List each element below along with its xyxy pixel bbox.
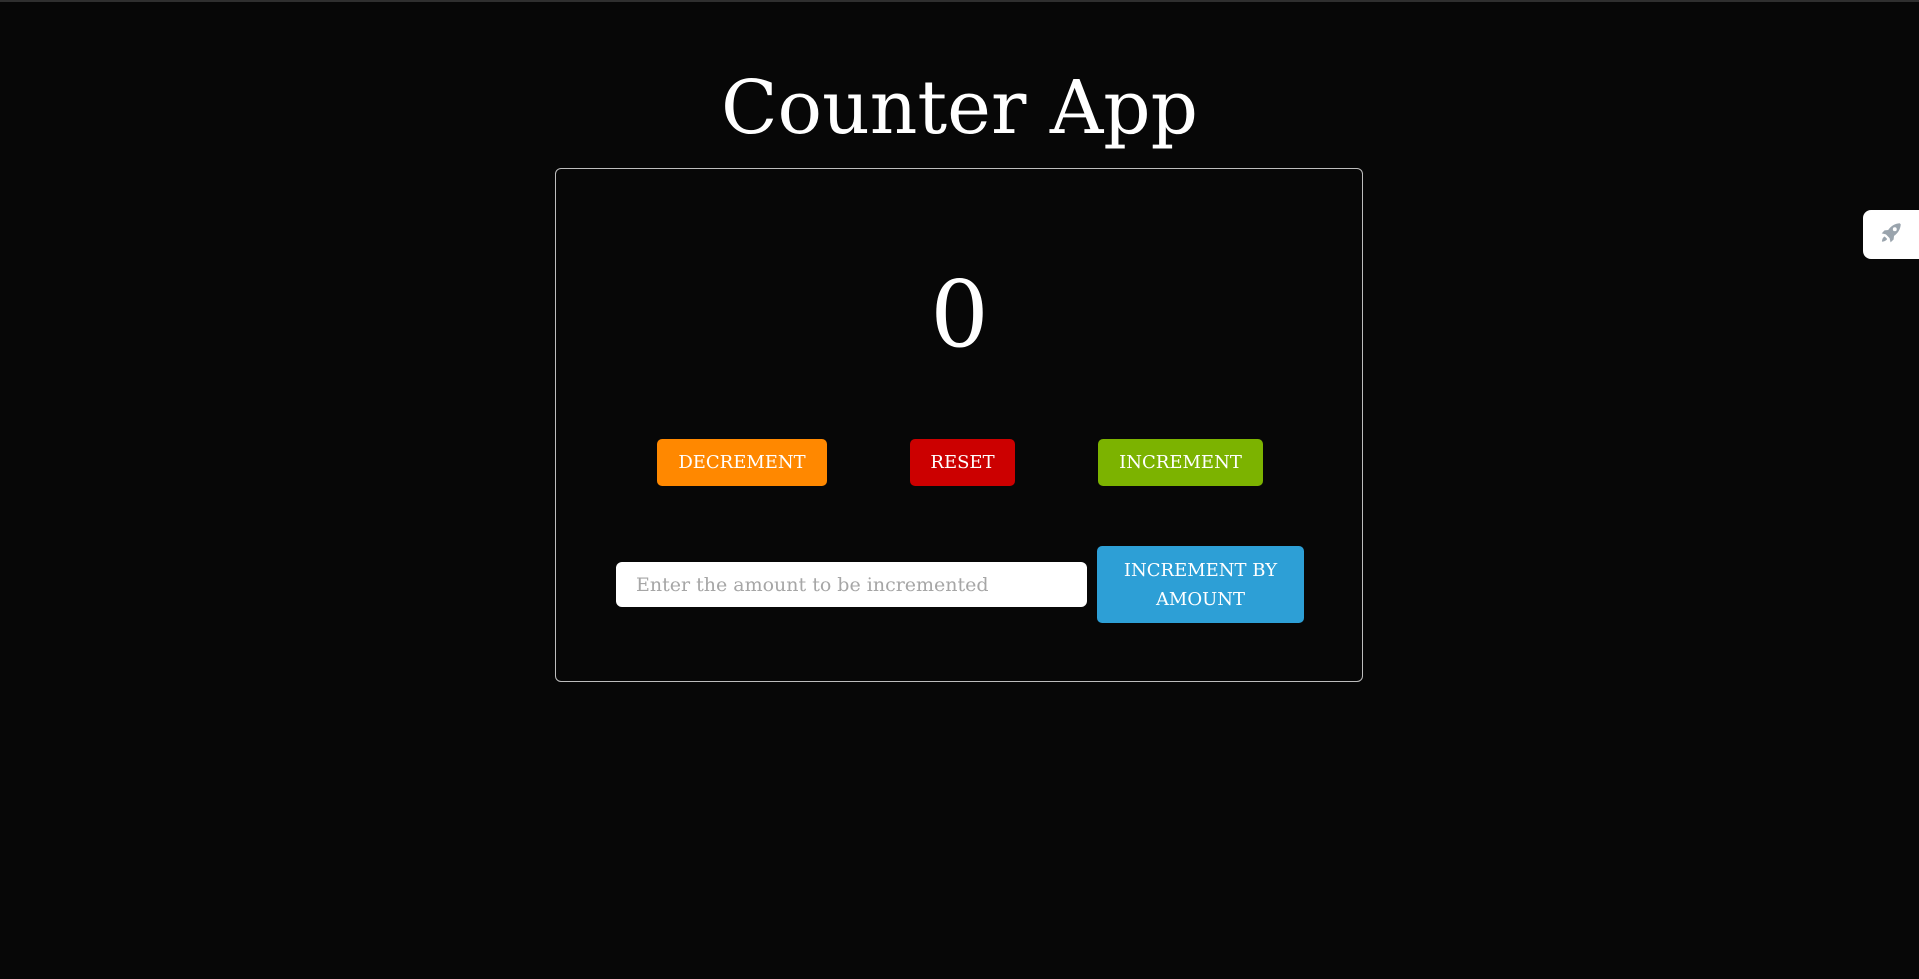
- amount-input[interactable]: [616, 562, 1087, 607]
- increment-by-amount-button[interactable]: INCREMENT BY AMOUNT: [1097, 546, 1304, 623]
- page-title: Counter App: [720, 65, 1199, 151]
- counter-value: 0: [930, 261, 989, 368]
- rocket-icon: [1878, 220, 1904, 250]
- reset-button[interactable]: RESET: [910, 439, 1015, 486]
- side-launcher-tab[interactable]: [1863, 210, 1919, 259]
- decrement-button[interactable]: DECREMENT: [657, 439, 827, 486]
- increment-button[interactable]: INCREMENT: [1098, 439, 1263, 486]
- window-top-border: [0, 0, 1919, 2]
